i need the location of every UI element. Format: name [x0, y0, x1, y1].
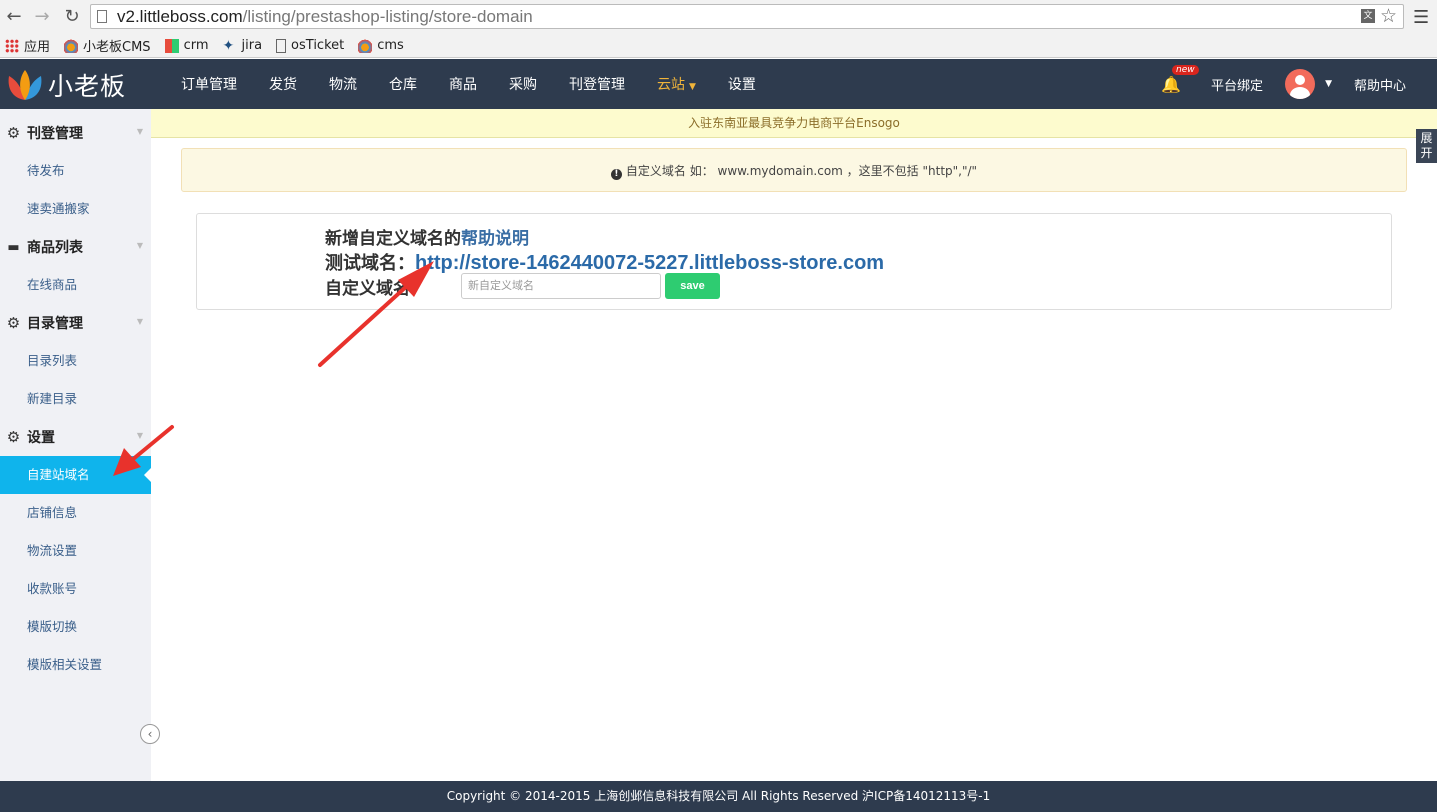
alert-text: 自定义域名 如： www.mydomain.com ，这里不包括 "http",… — [625, 164, 978, 178]
nav-item-purchasing[interactable]: 采购 — [493, 74, 553, 94]
lotus-icon — [64, 38, 79, 53]
nav-item-shipping[interactable]: 发货 — [253, 74, 313, 94]
nav-item-cloud-store-label: 云站 — [657, 77, 685, 93]
sidebar-group-product-list[interactable]: ▬ 商品列表 ▼ — [0, 228, 151, 266]
sidebar-group-listing[interactable]: ⚙ 刊登管理 ▼ — [0, 114, 151, 152]
form-title-prefix: 新增自定义域名的 — [325, 229, 461, 249]
lotus-logo-icon — [8, 70, 42, 100]
custom-domain-input[interactable] — [461, 273, 661, 299]
domain-form-panel: 新增自定义域名的帮助说明 测试域名：http://store-146244007… — [196, 213, 1392, 310]
caret-down-icon: ▼ — [689, 82, 696, 92]
sidebar-item-payment-account[interactable]: 收款账号 — [0, 570, 151, 608]
sidebar-item-aliexpress-move[interactable]: 速卖通搬家 — [0, 190, 151, 228]
sidebar-item-shipping-settings[interactable]: 物流设置 — [0, 532, 151, 570]
sidebar-item-catalog-list[interactable]: 目录列表 — [0, 342, 151, 380]
nav-item-logistics[interactable]: 物流 — [313, 74, 373, 94]
browser-toolbar: ← → ↻ v2.littleboss.com/listing/prestash… — [0, 0, 1437, 34]
sidebar-item-new-catalog[interactable]: 新建目录 — [0, 380, 151, 418]
bell-icon: 🔔 — [1161, 74, 1181, 94]
lotus-icon — [358, 38, 373, 53]
expand-tab-label: 展开 — [1420, 131, 1433, 160]
address-bar[interactable]: v2.littleboss.com/listing/prestashop-lis… — [90, 4, 1404, 29]
help-link[interactable]: 帮助说明 — [461, 229, 529, 249]
grid-icon — [164, 38, 179, 53]
page-icon — [276, 38, 287, 53]
sidebar-group-catalog[interactable]: ⚙ 目录管理 ▼ — [0, 304, 151, 342]
sidebar-item-store-domain[interactable]: 自建站域名 — [0, 456, 152, 494]
bookmark-littleboss-cms[interactable]: 小老板CMS — [64, 36, 151, 55]
bookmark-apps[interactable]: 应用 — [5, 36, 50, 55]
announcement-bar[interactable]: 入驻东南亚最具竞争力电商平台Ensogo — [151, 109, 1437, 138]
caret-down-icon: ▼ — [136, 317, 143, 326]
sidebar-item-pending[interactable]: 待发布 — [0, 152, 151, 190]
gear-icon: ⚙ — [6, 314, 21, 332]
caret-down-icon[interactable]: ▼ — [1325, 79, 1332, 89]
info-alert: ! 自定义域名 如： www.mydomain.com ，这里不包括 "http"… — [181, 148, 1407, 192]
sidebar-group-label: 目录管理 — [27, 316, 83, 332]
sidebar-group-label: 刊登管理 — [27, 126, 83, 142]
top-navbar: 小老板 订单管理 发货 物流 仓库 商品 采购 刊登管理 云站 ▼ 设置 🔔 ne… — [0, 59, 1437, 109]
nav-right: 🔔 new 平台绑定 ▼ 帮助中心 — [1161, 59, 1437, 109]
gear-icon: ⚙ — [6, 428, 21, 446]
custom-domain-label: 自定义域名： — [325, 279, 427, 299]
gear-icon: ⚙ — [6, 124, 21, 142]
new-badge: new — [1172, 64, 1199, 75]
sidebar-item-store-info[interactable]: 店铺信息 — [0, 494, 151, 532]
apps-icon — [5, 38, 19, 53]
platform-bind-link[interactable]: 平台绑定 — [1211, 75, 1263, 94]
nav-item-products[interactable]: 商品 — [433, 74, 493, 94]
sidebar-group-label: 设置 — [27, 430, 55, 446]
sidebar-group-settings[interactable]: ⚙ 设置 ▼ — [0, 418, 151, 456]
sidebar: ⚙ 刊登管理 ▼ 待发布 速卖通搬家 ▬ 商品列表 ▼ 在线商品 ⚙ 目录管理 … — [0, 109, 160, 781]
jira-icon: ✦ — [222, 37, 235, 54]
url-text: v2.littleboss.com/listing/prestashop-lis… — [117, 7, 533, 26]
test-domain-label: 测试域名： — [325, 253, 415, 274]
caret-down-icon: ▼ — [136, 127, 143, 136]
test-domain-row: 测试域名：http://store-1462440072-5227.little… — [325, 249, 884, 275]
caret-down-icon: ▼ — [136, 431, 143, 440]
expand-tab[interactable]: 展开 — [1416, 129, 1437, 163]
bookmark-jira[interactable]: ✦ jira — [223, 38, 263, 53]
reload-icon[interactable]: ↻ — [61, 6, 83, 27]
sidebar-collapse-button[interactable]: ‹ — [140, 724, 160, 744]
bookmark-osticket[interactable]: osTicket — [276, 38, 344, 53]
caret-down-icon: ▼ — [136, 241, 143, 250]
avatar[interactable] — [1285, 69, 1316, 99]
back-arrow-icon[interactable]: ← — [3, 6, 25, 27]
chevron-left-icon: ‹ — [147, 727, 153, 741]
nav-item-cloud-store[interactable]: 云站 ▼ — [641, 74, 712, 94]
page-icon — [97, 10, 107, 23]
browser-menu-icon[interactable]: ☰ — [1413, 7, 1429, 28]
logo[interactable]: 小老板 — [6, 67, 126, 103]
translate-icon[interactable]: 文 — [1361, 9, 1375, 23]
bookmarks-bar: 应用 小老板CMS crm ✦ jira osTicket cms — [0, 34, 1437, 58]
nav-item-settings[interactable]: 设置 — [712, 74, 772, 94]
exclamation-circle-icon: ! — [610, 169, 622, 180]
bookmark-star-icon[interactable]: ☆ — [1380, 5, 1397, 27]
notifications-button[interactable]: 🔔 new — [1161, 64, 1199, 94]
sidebar-group-label: 商品列表 — [27, 240, 83, 256]
forward-arrow-icon[interactable]: → — [31, 6, 53, 27]
footer: Copyright © 2014-2015 上海创邺信息科技有限公司 All R… — [0, 781, 1437, 812]
logo-text: 小老板 — [48, 72, 127, 101]
bookmark-cms[interactable]: cms — [358, 38, 404, 53]
bookmark-crm[interactable]: crm — [164, 38, 209, 53]
sidebar-item-online-products[interactable]: 在线商品 — [0, 266, 151, 304]
save-button[interactable]: save — [665, 273, 720, 299]
nav-item-warehouse[interactable]: 仓库 — [373, 74, 433, 94]
form-title: 新增自定义域名的帮助说明 — [325, 224, 529, 249]
nav-item-listing[interactable]: 刊登管理 — [553, 74, 641, 94]
main-nav: 订单管理 发货 物流 仓库 商品 采购 刊登管理 云站 ▼ 设置 — [165, 59, 772, 109]
nav-item-orders[interactable]: 订单管理 — [165, 74, 253, 94]
help-center-link[interactable]: 帮助中心 — [1354, 75, 1406, 94]
sidebar-item-template-settings[interactable]: 模版相关设置 — [0, 646, 151, 684]
folder-icon: ▬ — [7, 239, 20, 255]
sidebar-item-template-switch[interactable]: 模版切换 — [0, 608, 151, 646]
test-domain-link[interactable]: http://store-1462440072-5227.littleboss-… — [415, 252, 884, 274]
